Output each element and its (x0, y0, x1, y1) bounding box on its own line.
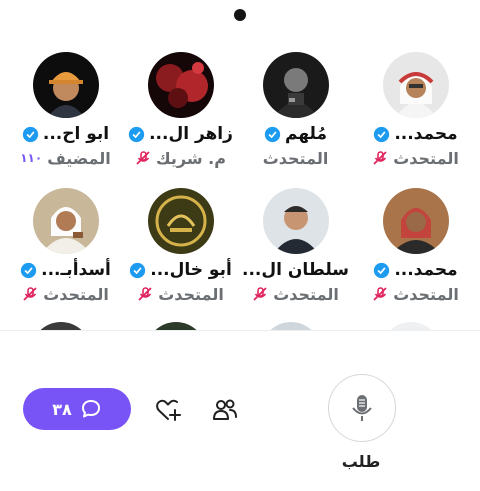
speaker-name: أسدأبـ... (41, 260, 111, 280)
speaker-card[interactable]: محمد... المتحدث (358, 52, 473, 177)
verified-badge-icon (20, 262, 37, 278)
speaker-role: م. شريك (156, 148, 226, 168)
speaker-role: المتحدث (393, 284, 459, 304)
speaker-name-line: أسدأبـ... (8, 258, 123, 282)
speaker-avatar (33, 188, 99, 254)
speaker-role: المتحدث (158, 284, 224, 304)
speaker-avatar (33, 52, 99, 118)
speaker-name: محمد... (394, 260, 458, 280)
speaker-card[interactable]: زاهر ال... م. شريك (123, 52, 238, 177)
verified-badge-icon (374, 126, 390, 142)
speaker-name-line: أبو خال... (123, 258, 238, 282)
speaker-avatar (263, 188, 329, 254)
status-dot (234, 9, 246, 21)
speaker-name-line: سلطان ال... (238, 258, 353, 282)
speaker-name: محمد... (394, 124, 458, 144)
speaker-avatar (383, 188, 449, 254)
verified-badge-icon (128, 126, 145, 142)
speaker-card[interactable]: مُلهم المتحدث (238, 52, 353, 177)
speaker-name: أبو خال... (150, 260, 232, 280)
request-label: طلب (341, 452, 381, 471)
speaker-avatar (148, 188, 214, 254)
mic-muted-icon (253, 287, 267, 301)
mic-muted-icon (373, 151, 387, 165)
verified-badge-icon (130, 262, 146, 278)
speaker-card[interactable]: ابو اح... المضيف ١١٠ (8, 52, 123, 177)
speaker-name-line: مُلهم (238, 122, 353, 146)
speaker-role: المتحدث (43, 284, 109, 304)
speaker-role-line: م. شريك (123, 146, 238, 170)
speaker-avatar (148, 52, 214, 118)
speaker-card[interactable]: سلطان ال... المتحدث (238, 188, 353, 313)
speaker-avatar (263, 52, 329, 118)
host-audio-indicator: ١١٠ (20, 151, 43, 165)
speaker-role-line: المضيف ١١٠ (8, 146, 123, 170)
people-icon (213, 399, 237, 420)
verified-badge-icon (374, 262, 390, 278)
speaker-role: المتحدث (262, 148, 329, 168)
speaker-name-line: ابو اح... (8, 122, 123, 146)
mic-muted-icon (136, 151, 150, 165)
react-button[interactable] (153, 395, 183, 425)
speaker-card[interactable]: محمد... المتحدث (358, 188, 473, 313)
speaker-role: المتحدث (393, 148, 459, 168)
people-button[interactable] (210, 395, 240, 425)
speaker-role-line: المتحدث (123, 282, 238, 306)
mic-muted-icon (373, 287, 387, 301)
mic-muted-icon (138, 287, 152, 301)
microphone-icon (352, 395, 372, 421)
speaker-name: سلطان ال... (242, 260, 349, 280)
mic-muted-icon (23, 287, 37, 301)
speaker-card[interactable]: أبو خال... المتحدث (123, 188, 238, 313)
chat-button[interactable]: ٣٨ (23, 388, 131, 430)
speaker-role-line: المتحدث (238, 146, 353, 170)
speaker-role: المتحدث (273, 284, 339, 304)
speaker-name-line: محمد... (358, 122, 473, 146)
speaker-role-line: المتحدث (8, 282, 123, 306)
speaker-role-line: المتحدث (358, 282, 473, 306)
speaker-name-line: زاهر ال... (123, 122, 238, 146)
speaker-card[interactable]: أسدأبـ... المتحدث (8, 188, 123, 313)
speaker-name: ابو اح... (42, 124, 110, 144)
chat-bubble-icon (81, 400, 100, 418)
verified-badge-icon (264, 126, 281, 142)
chat-count: ٣٨ (52, 399, 72, 419)
speaker-role: المضيف (47, 148, 111, 168)
speaker-role-line: المتحدث (358, 146, 473, 170)
speaker-role-line: المتحدث (238, 282, 353, 306)
speaker-avatar (383, 52, 449, 118)
request-mic-button[interactable] (328, 374, 396, 442)
speaker-name-line: محمد... (358, 258, 473, 282)
heart-plus-icon (156, 399, 181, 421)
verified-badge-icon (22, 126, 39, 142)
speaker-name: مُلهم (284, 124, 328, 144)
speaker-name: زاهر ال... (149, 124, 233, 144)
